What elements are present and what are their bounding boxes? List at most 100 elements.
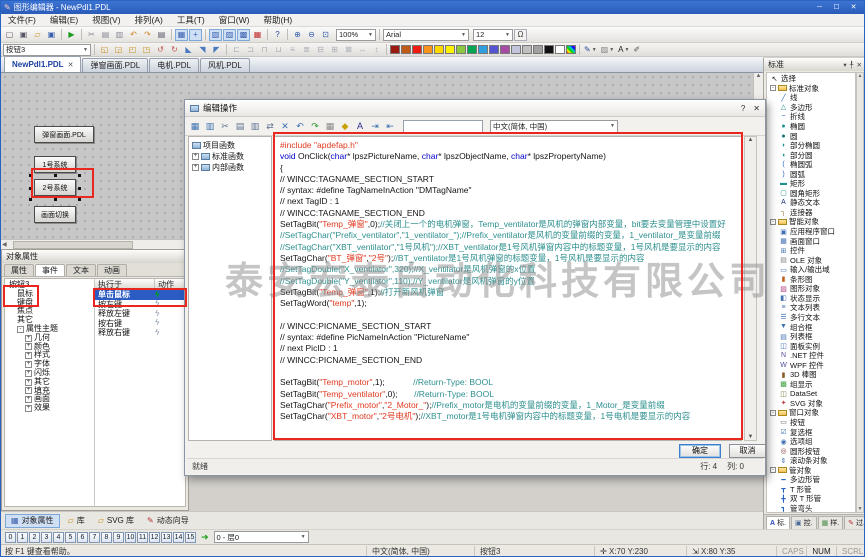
selection-handle[interactable] <box>78 187 81 190</box>
library-toggle[interactable]: ▱库 <box>63 514 90 528</box>
object-browser-icon[interactable]: ◆ <box>339 119 351 133</box>
center-h-icon[interactable]: ≡ <box>286 44 299 56</box>
menu-item-文件(F)[interactable]: 文件(F) <box>1 14 43 26</box>
library-icon[interactable]: ▨ <box>223 29 236 41</box>
palette-item-画面窗口[interactable]: ▦画面窗口 <box>769 236 855 246</box>
mirror-y-icon[interactable]: ◥ <box>196 44 209 56</box>
check-icon[interactable]: ▥ <box>204 119 216 133</box>
minimize-button[interactable]: ─ <box>812 2 827 13</box>
color-swatch-13[interactable] <box>533 45 543 54</box>
dialog-close-button[interactable]: ✕ <box>753 104 760 113</box>
expander-icon[interactable]: - <box>770 410 776 416</box>
language-select[interactable]: 中文(简体, 中国)▼ <box>490 120 618 133</box>
palette-item-折线[interactable]: ~折线 <box>769 112 855 122</box>
palette-item-多边形管[interactable]: ━多边形管 <box>769 475 855 485</box>
copy-icon[interactable]: ▤ <box>99 29 112 41</box>
dynamic-wizard-toggle[interactable]: ✎动态向导 <box>142 514 194 528</box>
expander-icon[interactable]: - <box>770 219 776 225</box>
function-group-内部函数[interactable]: +内部函数 <box>192 162 271 173</box>
palette-item-管弯头[interactable]: ┓管弯头 <box>769 504 855 513</box>
color-swatch-6[interactable] <box>456 45 466 54</box>
dialog-title-bar[interactable]: 编辑操作 ? ✕ <box>185 100 765 117</box>
redo-icon[interactable]: ↷ <box>309 119 321 133</box>
zoom-fit-icon[interactable]: ⊡ <box>319 29 332 41</box>
prop-tree-属性主题[interactable]: -属性主题 <box>7 325 94 334</box>
save-icon[interactable]: ▣ <box>45 29 58 41</box>
palette-tab-过.[interactable]: ✎过. <box>844 516 865 529</box>
layer-button-6[interactable]: 6 <box>77 532 88 543</box>
expander-icon[interactable]: - <box>770 467 776 473</box>
canvas-button-画面切换[interactable]: 画面切换 <box>34 206 76 223</box>
prop-tree-样式[interactable]: +样式 <box>7 351 94 360</box>
font-family-select[interactable]: Arial▼ <box>383 29 469 41</box>
selection-handle[interactable] <box>78 174 81 177</box>
scroll-left-icon[interactable]: ◀ <box>2 241 7 248</box>
rotate-left-icon[interactable]: ↺ <box>154 44 167 56</box>
palette-item-椭圆[interactable]: ●椭圆 <box>769 122 855 132</box>
export-icon[interactable]: ⇤ <box>384 119 396 133</box>
scroll-down-icon[interactable]: ▼ <box>858 506 863 512</box>
active-layer-select[interactable]: 0 - 层0▼ <box>214 531 309 543</box>
layer-button-8[interactable]: 8 <box>101 532 112 543</box>
menu-item-排列(A)[interactable]: 排列(A) <box>128 14 170 26</box>
expander-icon[interactable]: + <box>25 387 32 394</box>
styles-palette-icon[interactable]: ▩ <box>237 29 250 41</box>
selection-handle[interactable] <box>78 198 81 201</box>
layer-button-14[interactable]: 14 <box>173 532 184 543</box>
expander-icon[interactable]: + <box>25 343 32 350</box>
tab-弹窗画面.PDL[interactable]: 弹窗画面.PDL <box>82 58 148 72</box>
color-swatch-4[interactable] <box>434 45 444 54</box>
svg-library-toggle[interactable]: ▱SVG 库 <box>93 514 139 528</box>
action-bolt-icon[interactable]: ϟ <box>155 329 159 337</box>
canvas-button-1号系统[interactable]: 1号系统 <box>34 156 76 173</box>
compile-icon[interactable]: ▦ <box>189 119 201 133</box>
function-group-项目函数[interactable]: 项目函数 <box>192 140 271 151</box>
expander-icon[interactable]: + <box>25 361 32 368</box>
editor-scrollbar[interactable]: ▲▼ <box>744 136 757 441</box>
tab-NewPdl1.PDL[interactable]: NewPdl1.PDL✕ <box>4 56 81 72</box>
scroll-up-icon[interactable]: ▲ <box>756 73 762 79</box>
layer-button-3[interactable]: 3 <box>41 532 52 543</box>
color-swatch-14[interactable] <box>544 45 554 54</box>
copy-icon[interactable]: ▤ <box>234 119 246 133</box>
runtime-play-icon[interactable]: ▶ <box>65 29 78 41</box>
line-color-icon[interactable]: ✎▼ <box>583 44 598 56</box>
color-swatch-12[interactable] <box>522 45 532 54</box>
color-swatch-1[interactable] <box>401 45 411 54</box>
bring-front-icon[interactable]: ◱ <box>98 44 111 56</box>
backward-icon[interactable]: ◳ <box>140 44 153 56</box>
action-bolt-icon[interactable]: ϟ <box>155 310 159 318</box>
fill-color-icon[interactable]: ▨▼ <box>600 44 616 56</box>
layer-button-12[interactable]: 12 <box>149 532 160 543</box>
palette-item-标准对象[interactable]: -标准对象 <box>769 84 855 94</box>
selection-handle[interactable] <box>54 198 57 201</box>
align-right-icon[interactable]: ⊐ <box>244 44 257 56</box>
palette-tab-样.[interactable]: ▦样. <box>818 516 844 529</box>
sidebar-menu-icon[interactable]: ▾ <box>843 61 846 69</box>
mirror-x-icon[interactable]: ◣ <box>182 44 195 56</box>
layer-button-10[interactable]: 10 <box>125 532 136 543</box>
object-properties-toggle[interactable]: ▦对象属性 <box>5 514 60 528</box>
new-template-icon[interactable]: ▣ <box>17 29 30 41</box>
color-swatch-16[interactable] <box>566 45 576 54</box>
cut-icon[interactable]: ✂ <box>219 119 231 133</box>
color-swatch-3[interactable] <box>423 45 433 54</box>
special-characters-button[interactable]: Ω <box>514 29 527 41</box>
scroll-up-icon[interactable]: ▲ <box>748 137 754 143</box>
color-swatch-15[interactable] <box>555 45 565 54</box>
expander-icon[interactable]: + <box>192 164 199 171</box>
snap-icon[interactable]: + <box>189 29 202 41</box>
scroll-up-icon[interactable]: ▲ <box>858 73 863 79</box>
prop-tree-字体[interactable]: +字体 <box>7 360 94 369</box>
tab-close-icon[interactable]: ✕ <box>68 61 74 69</box>
pick-color-icon[interactable]: ✐ <box>632 44 641 56</box>
color-swatch-2[interactable] <box>412 45 422 54</box>
expander-icon[interactable]: + <box>25 370 32 377</box>
print-icon[interactable]: ▤ <box>155 29 168 41</box>
rotate-right-icon[interactable]: ↻ <box>168 44 181 56</box>
space-h-icon[interactable]: ↔ <box>356 44 369 56</box>
layer-button-13[interactable]: 13 <box>161 532 172 543</box>
help-icon[interactable]: ? <box>271 29 284 41</box>
layer-button-5[interactable]: 5 <box>65 532 76 543</box>
prop-tree-颜色[interactable]: +颜色 <box>7 343 94 352</box>
